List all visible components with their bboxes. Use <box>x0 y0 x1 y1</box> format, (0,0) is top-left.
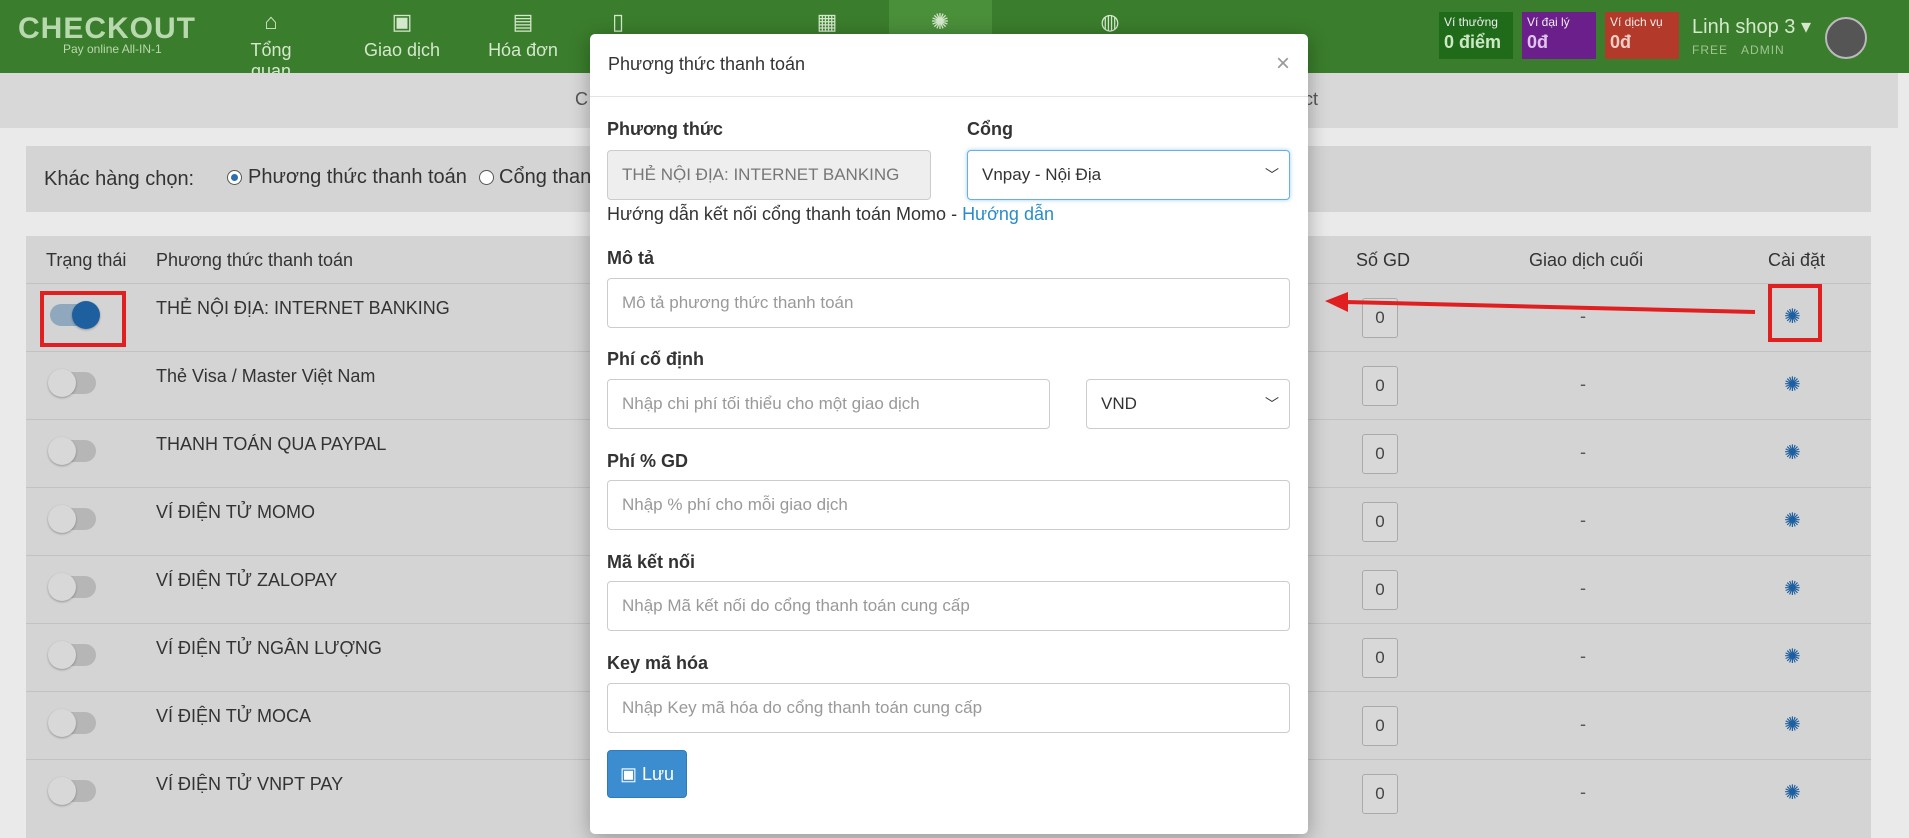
gateway-select[interactable]: Vnpay - Nội Địa ﹀ <box>967 150 1290 200</box>
save-label: Lưu <box>641 763 675 784</box>
modal-title: Phương thức thanh toán <box>608 54 806 74</box>
currency-selected-value: VND <box>1101 394 1137 413</box>
encryption-key-input[interactable] <box>607 683 1290 733</box>
fixed-fee-label: Phí cố định <box>607 349 704 369</box>
percent-fee-label: Phí % GD <box>607 451 689 471</box>
floppy-disk-icon: ▣ <box>619 763 637 784</box>
connection-code-label: Mã kết nối <box>607 552 696 572</box>
payment-method-modal: Phương thức thanh toán × Phương thức Cổn… <box>590 34 1308 834</box>
method-label: Phương thức <box>607 119 723 139</box>
chevron-down-icon: ﹀ <box>1265 167 1279 183</box>
gateway-selected-value: Vnpay - Nội Địa <box>982 165 1102 184</box>
description-input[interactable] <box>607 278 1290 328</box>
gateway-label: Cổng <box>967 119 1013 139</box>
connection-code-input[interactable] <box>607 581 1290 631</box>
close-icon[interactable]: × <box>1276 50 1290 78</box>
guide-link[interactable]: Hướng dẫn <box>962 204 1054 224</box>
encryption-key-label: Key mã hóa <box>607 653 709 673</box>
method-field <box>607 150 931 200</box>
currency-select[interactable]: VND ﹀ <box>1086 379 1290 429</box>
gateway-guide: Hướng dẫn kết nối cổng thanh toán Momo -… <box>607 204 1054 225</box>
guide-text: Hướng dẫn kết nối cổng thanh toán Momo - <box>607 204 963 224</box>
chevron-down-icon: ﹀ <box>1265 396 1279 412</box>
percent-fee-input[interactable] <box>607 480 1290 530</box>
fixed-fee-input[interactable] <box>607 379 1050 429</box>
save-button[interactable]: ▣ Lưu <box>607 750 687 798</box>
description-label: Mô tả <box>607 248 654 268</box>
modal-header: Phương thức thanh toán × <box>590 34 1308 97</box>
